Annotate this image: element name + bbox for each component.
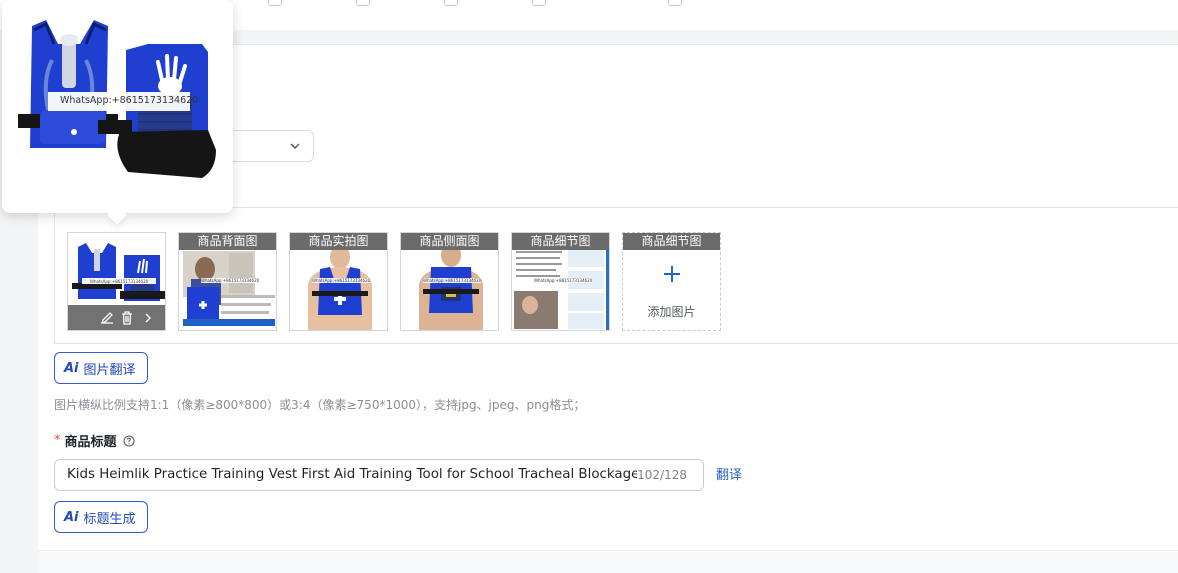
help-circle-icon[interactable] [123, 435, 135, 447]
gallery-thumb-side[interactable]: WhatsApp:+8615173134620 商品侧面图 [400, 232, 499, 331]
add-image-slot[interactable]: 商品细节图 添加图片 [622, 232, 721, 331]
image-preview-popover: WhatsApp:+8615173134620 [2, 0, 233, 225]
bottom-separator [38, 550, 1178, 573]
gallery-thumb-main[interactable]: WhatsApp:+8615173134620 [67, 232, 166, 331]
chevron-right-icon[interactable] [140, 310, 156, 326]
watermark: WhatsApp:+8615173134620 [201, 278, 260, 283]
add-image-text: 添加图片 [647, 305, 696, 319]
filter-checkbox[interactable] [668, 0, 682, 6]
filter-checkbox[interactable] [268, 0, 282, 6]
filter-checkbox-label [288, 0, 318, 4]
watermark: WhatsApp:+8615173134620 [423, 278, 482, 283]
thumb-hover-overlay [68, 305, 165, 330]
title-translate-link[interactable]: 翻译 [716, 464, 742, 483]
ai-icon: Ai [64, 360, 79, 376]
product-title-input[interactable]: Kids Heimlik Practice Training Vest Firs… [54, 459, 704, 491]
gallery-thumb-back[interactable]: WhatsApp:+8615173134620 商品背面图 [178, 232, 277, 331]
thumb-label: 商品侧面图 [401, 233, 498, 250]
title-label-text: 商品标题 [64, 435, 117, 450]
thumb-label: 商品实拍图 [290, 233, 387, 250]
thumb-label: 商品背面图 [179, 233, 276, 250]
title-generate-label: 标题生成 [83, 511, 136, 527]
preview-watermark: WhatsApp:+8615173134620 [60, 95, 199, 106]
image-translate-label: 图片翻译 [83, 362, 136, 378]
title-char-count: 102/128 [637, 468, 687, 482]
ai-icon: Ai [64, 509, 79, 525]
watermark: WhatsApp:+8615173134620 [312, 278, 371, 283]
gallery-thumb-detail[interactable]: WhatsApp:+8615173134620 商品细节图 [511, 232, 610, 331]
product-title-value: Kids Heimlik Practice Training Vest Firs… [67, 467, 637, 482]
thumb-label: 商品细节图 [512, 233, 609, 250]
required-mark: * [54, 433, 61, 448]
plus-icon [664, 266, 680, 282]
filter-checkbox-label [376, 0, 406, 4]
filter-checkbox-label [552, 0, 622, 4]
title-field-label: * 商品标题 [54, 431, 135, 450]
image-hint: 图片横纵比例支持1:1（像素≥800*800）或3:4（像素≥750*1000）… [54, 398, 586, 412]
image-translate-button[interactable]: Ai 图片翻译 [54, 352, 148, 384]
filter-checkbox[interactable] [356, 0, 370, 6]
add-slot-label: 商品细节图 [623, 233, 720, 250]
filter-checkbox[interactable] [532, 0, 546, 6]
filter-checkbox[interactable] [444, 0, 458, 6]
filter-checkbox-label [464, 0, 494, 4]
watermark: WhatsApp:+8615173134620 [90, 279, 149, 284]
watermark: WhatsApp:+8615173134620 [534, 278, 593, 283]
edit-icon[interactable] [99, 310, 115, 326]
gallery-thumb-real[interactable]: WhatsApp:+8615173134620 商品实拍图 [289, 232, 388, 331]
chevron-down-icon [290, 143, 300, 149]
title-generate-button[interactable]: Ai 标题生成 [54, 501, 148, 533]
filter-checkbox-label [688, 0, 718, 4]
trash-icon[interactable] [119, 310, 135, 326]
product-edit-page: WhatsApp:+8615173134620 WhatsApp:+861517… [0, 0, 1178, 573]
